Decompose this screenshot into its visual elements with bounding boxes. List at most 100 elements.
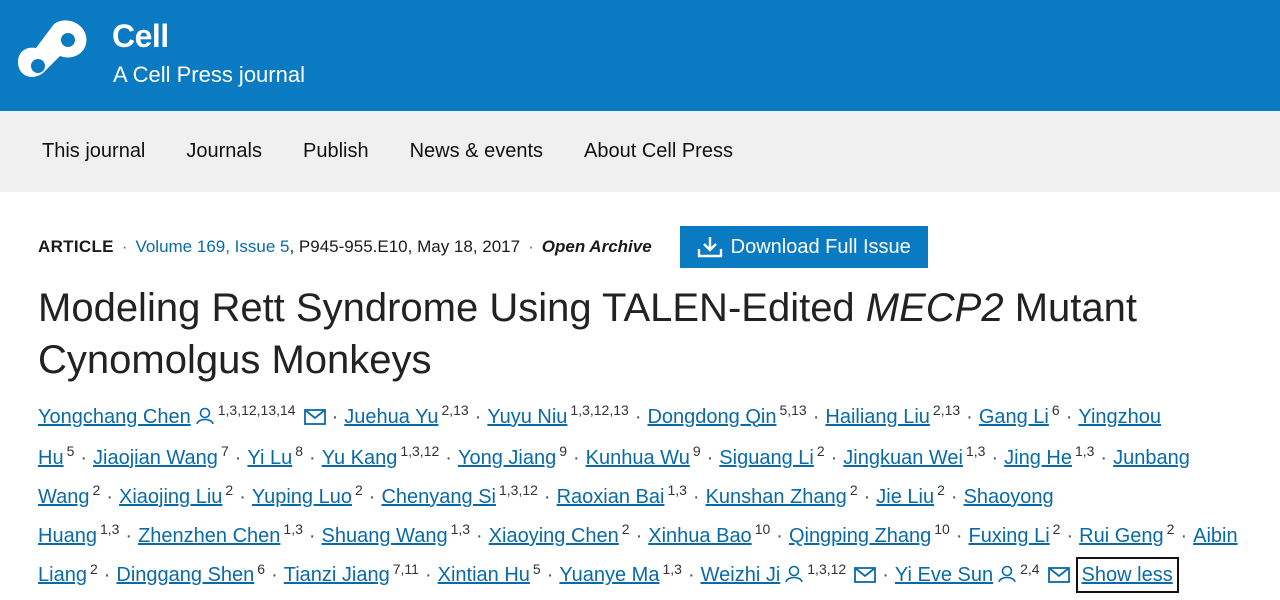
author-name-link[interactable]: Xiaoying Chen: [489, 525, 619, 547]
mail-icon[interactable]: [854, 561, 877, 594]
author-name-link[interactable]: Tianzi Jiang: [284, 564, 390, 586]
author-affiliations[interactable]: 1,3: [667, 482, 686, 498]
author-affiliations[interactable]: 2: [1167, 521, 1175, 537]
author-name-link[interactable]: Jiaojian Wang: [93, 447, 218, 469]
author-affiliations[interactable]: 2,13: [933, 402, 960, 418]
author-affiliations[interactable]: 6: [257, 561, 265, 577]
author-affiliations[interactable]: 5: [67, 443, 75, 459]
author-name-link[interactable]: Jingkuan Wei: [843, 447, 963, 469]
mail-icon[interactable]: [303, 403, 326, 436]
author-name-link[interactable]: Raoxian Bai: [557, 486, 665, 508]
author-affiliations[interactable]: 1,3: [662, 561, 681, 577]
author-name-link[interactable]: Gang Li: [979, 406, 1049, 428]
author-affiliations[interactable]: 1,3: [451, 521, 470, 537]
author-affiliations[interactable]: 5: [533, 561, 541, 577]
author-affiliations[interactable]: 1,3,12: [807, 561, 846, 577]
author-affiliations[interactable]: 2: [225, 482, 233, 498]
author-affiliations[interactable]: 2: [817, 443, 825, 459]
mail-icon[interactable]: [1047, 561, 1070, 594]
author-item: Fuxing Li 2: [969, 521, 1061, 547]
author-affiliations[interactable]: 2: [355, 482, 363, 498]
author-item: Xintian Hu 5: [438, 561, 541, 587]
author-name-link[interactable]: Yuanye Ma: [559, 564, 659, 586]
author-name-link[interactable]: Fuxing Li: [969, 525, 1050, 547]
author-name-link[interactable]: Zhenzhen Chen: [138, 525, 280, 547]
author-affiliations[interactable]: 1,3,12: [499, 482, 538, 498]
author-name-link[interactable]: Siguang Li: [719, 447, 814, 469]
author-affiliations[interactable]: 2: [1053, 521, 1061, 537]
author-affiliations[interactable]: 2: [90, 561, 98, 577]
author-name-link[interactable]: Dongdong Qin: [647, 406, 776, 428]
author-affiliations[interactable]: 2: [622, 521, 630, 537]
author-name-link[interactable]: Xiaojing Liu: [119, 486, 222, 508]
journal-brand[interactable]: Cell: [112, 18, 169, 55]
author-affiliations[interactable]: 1,3,12: [400, 443, 439, 459]
author-name-link[interactable]: Qingping Zhang: [789, 525, 931, 547]
author-name-link[interactable]: Yu Kang: [322, 447, 398, 469]
corresponding-author-icon[interactable]: [195, 403, 215, 436]
author-affiliations[interactable]: 2: [850, 482, 858, 498]
author-separator: ·: [692, 485, 700, 508]
show-less-button[interactable]: Show less: [1075, 557, 1179, 594]
author-affiliations[interactable]: 7: [221, 443, 229, 459]
author-separator: ·: [234, 446, 242, 469]
author-affiliations[interactable]: 5,13: [779, 402, 806, 418]
author-separator: ·: [239, 485, 246, 508]
author-name-link[interactable]: Yong Jiang: [458, 447, 556, 469]
author-separator: ·: [106, 485, 113, 508]
author-separator: ·: [424, 564, 432, 587]
author-separator: ·: [543, 485, 551, 508]
author-affiliations[interactable]: 1,3: [1075, 443, 1094, 459]
author-name-link[interactable]: Yi Lu: [247, 447, 292, 469]
author-affiliations[interactable]: 1,3: [283, 521, 302, 537]
author-affiliations[interactable]: 1,3: [966, 443, 985, 459]
download-full-issue-button[interactable]: Download Full Issue: [679, 226, 928, 268]
author-separator: ·: [308, 525, 316, 548]
author-item: Yuyu Niu 1,3,12,13: [487, 402, 628, 428]
author-name-link[interactable]: Xinhua Bao: [648, 525, 751, 547]
corresponding-author-icon[interactable]: [784, 561, 804, 594]
nav-news-events[interactable]: News & events: [410, 140, 543, 163]
author-name-link[interactable]: Jie Liu: [876, 486, 934, 508]
author-affiliations[interactable]: 10: [934, 521, 950, 537]
author-name-link[interactable]: Weizhi Ji: [701, 564, 781, 586]
download-label: Download Full Issue: [730, 235, 911, 258]
author-name-link[interactable]: Dinggang Shen: [116, 564, 254, 586]
author-affiliations[interactable]: 1,3,12,13: [570, 402, 628, 418]
nav-journals[interactable]: Journals: [186, 140, 262, 163]
author-separator: ·: [635, 525, 643, 548]
author-name-link[interactable]: Xintian Hu: [438, 564, 530, 586]
author-affiliations[interactable]: 2: [937, 482, 945, 498]
author-name-link[interactable]: Jing He: [1004, 447, 1072, 469]
author-item: Gang Li 6: [979, 402, 1060, 428]
author-name-link[interactable]: Rui Geng: [1079, 525, 1164, 547]
author-affiliations[interactable]: 2,4: [1020, 561, 1039, 577]
author-affiliations[interactable]: 7,11: [393, 561, 419, 577]
author-affiliations[interactable]: 2: [93, 482, 101, 498]
nav-about-cell-press[interactable]: About Cell Press: [584, 140, 733, 163]
corresponding-author-icon[interactable]: [997, 561, 1017, 594]
volume-issue-link[interactable]: Volume 169, Issue 5: [135, 237, 289, 257]
nav-publish[interactable]: Publish: [303, 140, 369, 163]
author-item: Zhenzhen Chen 1,3: [138, 521, 303, 547]
author-affiliations[interactable]: 10: [755, 521, 771, 537]
author-name-link[interactable]: Yongchang Chen: [38, 406, 191, 428]
author-name-link[interactable]: Juehua Yu: [344, 406, 438, 428]
author-name-link[interactable]: Chenyang Si: [381, 486, 496, 508]
author-name-link[interactable]: Yuping Luo: [252, 486, 352, 508]
author-name-link[interactable]: Hailiang Liu: [825, 406, 930, 428]
author-affiliations[interactable]: 1,3,12,13,14: [218, 402, 296, 418]
author-name-link[interactable]: Kunshan Zhang: [706, 486, 847, 508]
nav-this-journal[interactable]: This journal: [42, 140, 145, 163]
author-affiliations[interactable]: 9: [559, 443, 567, 459]
author-affiliations[interactable]: 2,13: [441, 402, 468, 418]
author-affiliations[interactable]: 6: [1052, 402, 1060, 418]
author-name-link[interactable]: Shuang Wang: [322, 525, 448, 547]
author-affiliations[interactable]: 9: [693, 443, 701, 459]
author-affiliations[interactable]: 1,3: [100, 521, 119, 537]
author-name-link[interactable]: Yi Eve Sun: [895, 564, 993, 586]
author-affiliations[interactable]: 8: [295, 443, 303, 459]
author-name-link[interactable]: Yuyu Niu: [487, 406, 567, 428]
cell-logo-icon[interactable]: [16, 18, 92, 90]
author-name-link[interactable]: Kunhua Wu: [586, 447, 690, 469]
